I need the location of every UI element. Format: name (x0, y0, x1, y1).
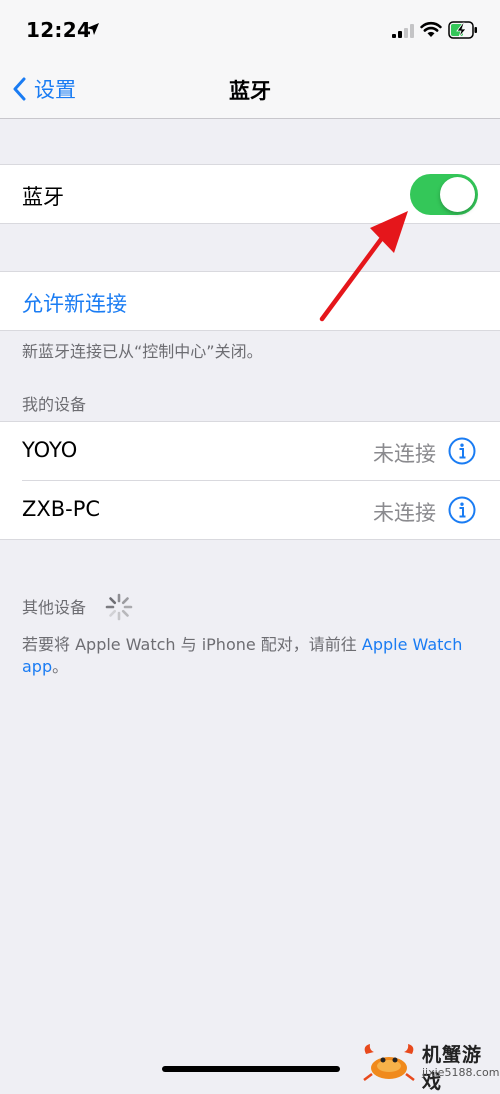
apple-watch-app-link[interactable]: app (22, 657, 52, 676)
my-devices-header: 我的设备 (22, 395, 87, 414)
status-time: 12:24 (26, 18, 92, 42)
toggle-knob (440, 177, 475, 212)
navigation-bar: 设置 蓝牙 (0, 62, 500, 119)
info-icon[interactable] (448, 437, 476, 465)
my-devices-list: YOYO 未连接 ZXB-PC 未连接 (0, 421, 500, 540)
wifi-icon (420, 21, 442, 37)
device-name: ZXB-PC (22, 497, 101, 521)
location-arrow-icon (87, 23, 99, 35)
apple-watch-link[interactable]: Apple Watch (362, 635, 462, 654)
status-bar: 12:24 (0, 0, 500, 62)
device-row[interactable]: YOYO 未连接 (0, 422, 500, 480)
allow-new-connections-row[interactable]: 允许新连接 (0, 272, 500, 330)
device-row[interactable]: ZXB-PC 未连接 (22, 480, 500, 539)
allow-new-footnote: 新蓝牙连接已从“控制中心”关闭。 (22, 342, 263, 361)
pairing-note: 若要将 Apple Watch 与 iPhone 配对，请前往 Apple Wa… (22, 634, 482, 678)
allow-new-connections-link[interactable]: 允许新连接 (22, 288, 127, 318)
bluetooth-label: 蓝牙 (22, 185, 64, 209)
bluetooth-group: 蓝牙 (0, 164, 500, 224)
device-status: 未连接 (373, 501, 436, 525)
bluetooth-row: 蓝牙 (0, 165, 500, 223)
bluetooth-toggle[interactable] (410, 174, 478, 215)
pairing-note-end: 。 (52, 657, 69, 676)
cellular-signal-icon (392, 24, 414, 38)
watermark: 机蟹游戏 jixie5188.com (360, 1038, 500, 1093)
allow-new-group: 允许新连接 (0, 271, 500, 331)
pairing-note-text: 若要将 Apple Watch 与 iPhone 配对，请前往 (22, 635, 357, 654)
battery-charging-icon (448, 21, 477, 39)
annotation-arrow (319, 211, 408, 322)
info-icon[interactable] (448, 496, 476, 524)
watermark-url: jixie5188.com (422, 1066, 500, 1079)
loading-spinner-icon (105, 593, 133, 621)
device-name: YOYO (22, 438, 78, 462)
crab-logo-icon (363, 1044, 415, 1081)
other-devices-header: 其他设备 (22, 598, 87, 617)
page-title: 蓝牙 (229, 79, 271, 103)
device-status: 未连接 (373, 442, 436, 466)
home-indicator[interactable] (162, 1066, 340, 1072)
